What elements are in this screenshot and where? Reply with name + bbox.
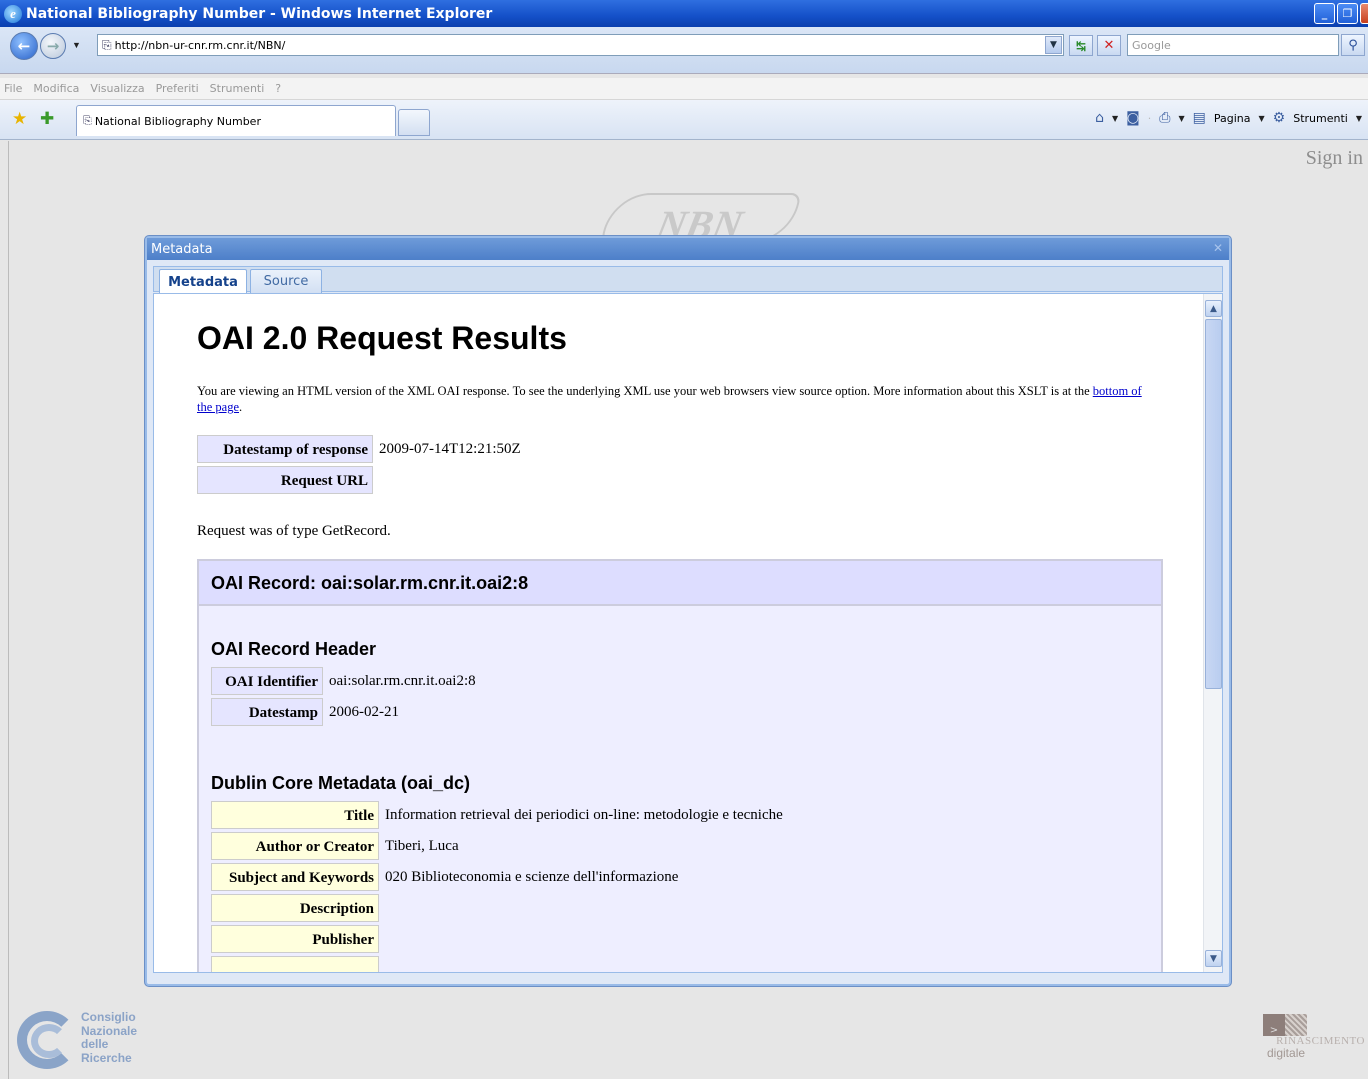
dc-author-value: Tiberi, Luca [385,838,459,854]
tab-title: National Bibliography Number [94,114,261,128]
restore-button[interactable]: ❐ [1337,3,1358,24]
feeds-icon[interactable]: ◙ [1126,110,1140,126]
dc-author-label: Author or Creator [211,832,379,860]
separator: · [1147,111,1152,125]
ie-icon: e [4,4,22,23]
datestamp-response-label: Datestamp of response [197,435,373,463]
back-button[interactable]: ← [10,32,38,60]
rinascimento-digitale-logo: > RINASCIMENTO digitale [1245,1011,1365,1077]
menu-bar: File Modifica Visualizza Preferiti Strum… [0,78,1368,100]
print-icon[interactable]: ⎙ [1159,110,1170,126]
menu-preferiti[interactable]: Preferiti [156,82,199,95]
close-icon[interactable]: ✕ [1213,241,1223,255]
cnr-line: Nazionale [81,1023,138,1038]
cnr-name: Consiglio Nazionale delle Ricerche [81,1010,138,1065]
minimize-button[interactable]: _ [1314,3,1335,24]
address-dropdown-icon[interactable]: ▼ [1045,36,1062,54]
dc-title-value: Information retrieval dei periodici on-l… [385,807,783,823]
request-type: Request was of type GetRecord. [197,523,391,539]
rd-logo-pattern-icon [1285,1014,1307,1036]
dc-partial-row [211,956,379,972]
dublin-core-title: Dublin Core Metadata (oai_dc) [211,773,471,793]
rd-logo-box-icon: > [1263,1014,1285,1036]
window-controls: _ ❐ [1314,3,1368,24]
browser-tab[interactable]: ⎘ National Bibliography Number [76,105,396,136]
datestamp-label: Datestamp [211,698,323,726]
intro-text: You are viewing an HTML version of the X… [197,384,1093,398]
scroll-down-icon[interactable]: ▼ [1205,950,1222,967]
menu-help[interactable]: ? [275,82,281,95]
cnr-logo [17,1011,85,1069]
window-title: National Bibliography Number - Windows I… [26,5,493,22]
dc-publisher-label: Publisher [211,925,379,953]
oai-identifier-label: OAI Identifier [211,667,323,695]
datestamp-response-value: 2009-07-14T12:21:50Z [379,441,521,457]
page-icon: ⎘ [102,37,112,52]
address-toolbar: ← → ▼ ⎘ http://nbn-ur-cnr.rm.cnr.it/NBN/… [0,27,1368,74]
cnr-line: delle [81,1037,109,1051]
forward-button[interactable]: → [40,33,66,59]
dialog-tab-strip: Metadata Source [153,266,1223,294]
dc-subject-label: Subject and Keywords [211,863,379,891]
menu-modifica[interactable]: Modifica [33,82,79,95]
home-dropdown-icon[interactable]: ▼ [1112,114,1118,123]
page-title: OAI 2.0 Request Results [197,320,567,356]
scroll-up-icon[interactable]: ▲ [1205,300,1222,317]
request-url-label: Request URL [197,466,373,494]
oai-record: OAI Record: oai:solar.rm.cnr.it.oai2:8 O… [197,559,1163,972]
stop-button[interactable]: ✕ [1097,35,1121,56]
cnr-line: Consiglio [81,1010,136,1024]
add-favorites-icon[interactable]: ✚ [40,109,54,129]
tools-gear-icon[interactable]: ⚙ [1273,110,1286,126]
new-tab-button[interactable] [398,109,430,136]
tab-page-icon: ⎘ [83,114,92,127]
dialog-title: Metadata [151,241,213,257]
search-icon[interactable]: ⚲ [1341,34,1365,56]
close-button[interactable] [1360,3,1368,24]
cnr-logo-inner-ring [31,1024,67,1058]
history-dropdown-icon[interactable]: ▼ [72,40,81,50]
record-header-title: OAI Record Header [211,639,377,659]
dialog-header[interactable]: Metadata ✕ [147,238,1229,260]
dc-description-label: Description [211,894,379,922]
page-menu-icon[interactable]: ▤ [1193,110,1206,126]
intro-end: . [239,400,243,414]
cnr-line: Ricerche [81,1050,132,1065]
menu-strumenti[interactable]: Strumenti [210,82,265,95]
scroll-thumb[interactable] [1205,319,1222,689]
refresh-button[interactable]: ↹ [1069,35,1093,56]
window-titlebar: e National Bibliography Number - Windows… [0,0,1368,27]
address-field[interactable]: ⎘ http://nbn-ur-cnr.rm.cnr.it/NBN/ ▼ [97,34,1064,56]
tab-command-bar: ★ ✚ ⎘ National Bibliography Number ⌂ ▼ ◙ ·… [0,100,1368,140]
dc-title-label: Title [211,801,379,829]
address-url: http://nbn-ur-cnr.rm.cnr.it/NBN/ [114,38,286,52]
rd-logo-bottom-text: digitale [1267,1046,1306,1060]
page-menu-label[interactable]: Pagina [1214,112,1251,125]
home-icon[interactable]: ⌂ [1095,110,1104,126]
dialog-body: OAI 2.0 Request Results You are viewing … [153,293,1223,973]
vertical-scrollbar[interactable]: ▲ ▼ [1203,294,1222,972]
menu-file[interactable]: File [4,82,22,95]
search-input[interactable]: Google [1127,34,1339,56]
search-placeholder: Google [1132,38,1171,52]
tab-metadata[interactable]: Metadata [159,269,247,294]
tools-menu-label[interactable]: Strumenti [1293,112,1348,125]
page-dropdown-icon[interactable]: ▼ [1259,114,1265,123]
command-buttons: ⌂ ▼ ◙ · ⎙ ▼ ▤ Pagina ▼ ⚙ Strumenti ▼ [1095,110,1362,126]
record-title: OAI Record: oai:solar.rm.cnr.it.oai2:8 [199,561,1161,606]
tab-source[interactable]: Source [250,269,322,293]
print-dropdown-icon[interactable]: ▼ [1178,114,1184,123]
sign-in-link[interactable]: Sign in [1306,147,1363,170]
tools-dropdown-icon[interactable]: ▼ [1356,114,1362,123]
intro-paragraph: You are viewing an HTML version of the X… [197,383,1147,415]
dc-subject-value: 020 Biblioteconomia e scienze dell'infor… [385,869,679,885]
menu-visualizza[interactable]: Visualizza [90,82,144,95]
datestamp-value: 2006-02-21 [329,704,399,720]
favorites-star-icon[interactable]: ★ [12,109,27,129]
oai-identifier-value: oai:solar.rm.cnr.it.oai2:8 [329,673,476,689]
metadata-dialog: Metadata ✕ Metadata Source OAI 2.0 Reque… [145,236,1231,986]
